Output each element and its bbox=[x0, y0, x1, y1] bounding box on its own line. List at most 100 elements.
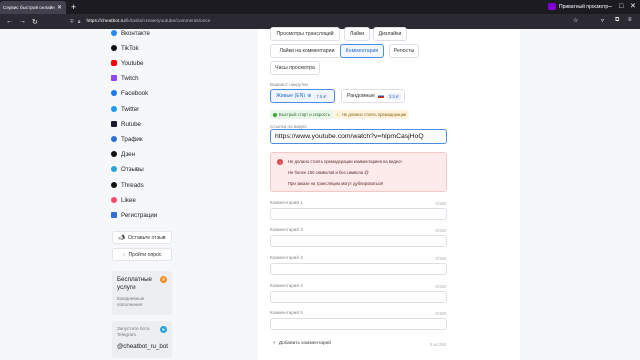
alert-icon: ! bbox=[277, 159, 283, 165]
megaphone-icon: 📣︎ bbox=[118, 234, 126, 241]
comment-5-input[interactable] bbox=[270, 318, 447, 330]
fast-start-badge: Быстрый старт и скорость bbox=[270, 110, 333, 119]
shield-icon[interactable]: ⛨ bbox=[70, 19, 74, 25]
sidebar: Вконтакте TikTok Youtube Twitch Facebook… bbox=[108, 29, 183, 360]
comment-2-counter: 0/150 bbox=[435, 228, 446, 233]
free-services-card[interactable]: Бесплатные услуги Ежедневные пополнения … bbox=[112, 271, 172, 315]
sidebar-item-label: Трафик bbox=[121, 135, 143, 143]
menu-icon[interactable]: ≡ bbox=[628, 17, 632, 23]
browser-tab-bar: Сервис быстрой онлайн-нак ✕ + Приватный … bbox=[0, 0, 640, 14]
add-comment-button[interactable]: + Добавить комментарий bbox=[273, 341, 331, 346]
check-icon bbox=[273, 112, 277, 117]
minimize-button[interactable]: – bbox=[608, 2, 612, 11]
browser-tab[interactable]: Сервис быстрой онлайн-нак ✕ bbox=[0, 1, 66, 14]
close-window-button[interactable]: ✕ bbox=[630, 2, 636, 11]
lock-icon[interactable]: 🔒︎ bbox=[78, 19, 81, 25]
take-survey-label: Пройти опрос bbox=[128, 251, 162, 258]
sidebar-item-label: Вконтакте bbox=[121, 29, 150, 37]
tab-comment-likes[interactable]: Лайки на комментарии bbox=[270, 44, 344, 58]
sidebar-item-likee[interactable]: Likee bbox=[111, 194, 136, 206]
warning-icon: ⚠ bbox=[336, 112, 340, 117]
bookmark-star-icon[interactable]: ☆ bbox=[573, 17, 578, 24]
sidebar-item-twitch[interactable]: Twitch bbox=[111, 72, 139, 84]
variant-random-option[interactable]: Рандомные 3.5 ₽ bbox=[341, 89, 405, 103]
sidebar-item-twitter[interactable]: Twitter bbox=[111, 103, 139, 115]
comment-4-input[interactable] bbox=[270, 291, 447, 303]
likee-icon bbox=[111, 197, 117, 203]
traffic-icon bbox=[111, 136, 117, 142]
back-icon[interactable]: ← bbox=[6, 18, 13, 25]
sidebar-item-label: Дзен bbox=[121, 150, 136, 158]
sidebar-item-label: Twitch bbox=[121, 74, 139, 82]
comment-5-counter: 0/150 bbox=[435, 311, 446, 316]
take-survey-button[interactable]: ◌ Пройти опрос bbox=[112, 248, 172, 261]
dzen-icon bbox=[111, 151, 117, 157]
tab-likes[interactable]: Лайки bbox=[344, 27, 370, 41]
premoderation-label: Не должно стоять премодерации bbox=[341, 112, 407, 117]
maximize-button[interactable]: □ bbox=[619, 2, 623, 11]
comment-count: 5 из 250 bbox=[430, 342, 446, 347]
comment-3-label: Комментарий 3 bbox=[270, 255, 303, 260]
sidebar-item-tiktok[interactable]: TikTok bbox=[111, 42, 139, 54]
sidebar-item-traffic[interactable]: Трафик bbox=[111, 133, 143, 145]
url-text[interactable]: https://cheatbot.ru/lk/tasks/create/yout… bbox=[86, 19, 210, 24]
vk-icon bbox=[111, 30, 117, 36]
tiktok-icon bbox=[111, 45, 117, 51]
comment-5-label: Комментарий 5 bbox=[270, 310, 303, 315]
tab-stream-views[interactable]: Просмотры трансляций bbox=[270, 27, 340, 41]
ruble-icon: ₽ bbox=[160, 276, 167, 283]
pocket-icon[interactable]: ▿ bbox=[601, 17, 604, 24]
comment-2-label: Комментарий 2 bbox=[270, 227, 303, 232]
chat-icon: ◌ bbox=[122, 251, 126, 258]
comment-1-counter: 0/150 bbox=[435, 201, 446, 206]
variant-live-option[interactable]: Живые (EN) ⊕ 7.5 ₽ bbox=[270, 89, 335, 103]
sidebar-item-threads[interactable]: Threads bbox=[111, 179, 144, 191]
registrations-icon bbox=[111, 212, 117, 218]
reviews-icon bbox=[111, 166, 117, 172]
sidebar-item-youtube[interactable]: Youtube bbox=[111, 57, 143, 69]
video-link-input[interactable]: https://www.youtube.com/watch?v=hlpmCasj… bbox=[270, 129, 447, 144]
extensions-icon[interactable]: ⧉ bbox=[615, 17, 619, 24]
sidebar-item-label: Likee bbox=[121, 196, 136, 204]
page: Вконтакте TikTok Youtube Twitch Facebook… bbox=[0, 27, 640, 360]
private-mask-icon bbox=[548, 3, 556, 10]
rutube-icon bbox=[111, 121, 117, 127]
sidebar-item-reviews[interactable]: Отзывы bbox=[111, 163, 144, 175]
comment-1-input[interactable] bbox=[270, 208, 447, 220]
new-tab-button[interactable]: + bbox=[71, 2, 76, 12]
leave-review-button[interactable]: 📣︎ Оставьте отзыв bbox=[112, 231, 172, 244]
sidebar-item-vk[interactable]: Вконтакте bbox=[111, 27, 150, 39]
tab-watch-hours[interactable]: Часы просмотра bbox=[270, 61, 320, 75]
sidebar-item-label: TikTok bbox=[121, 44, 139, 52]
variant-label: Вариант накрутки bbox=[270, 82, 308, 87]
sidebar-item-label: Threads bbox=[121, 181, 144, 189]
alert-line: При заказе на трансляцию могут дублирова… bbox=[288, 181, 384, 186]
comment-3-input[interactable] bbox=[270, 263, 447, 275]
comment-2-input[interactable] bbox=[270, 235, 447, 247]
tab-dislikes[interactable]: Дизлайки bbox=[373, 27, 407, 41]
twitch-icon bbox=[111, 75, 117, 81]
warning-alert: ! Не должно стоять премодерации коммента… bbox=[270, 152, 447, 192]
tab-comments[interactable]: Комментарии bbox=[340, 44, 384, 58]
telegram-bot-card[interactable]: Запустите бота Telegram @cheatbot_ru_bot… bbox=[112, 321, 172, 358]
sidebar-item-registrations[interactable]: Регистрации bbox=[111, 209, 157, 221]
sidebar-item-label: Youtube bbox=[121, 59, 144, 67]
sidebar-item-dzen[interactable]: Дзен bbox=[111, 148, 135, 160]
address-bar[interactable]: ⛨ 🔒︎ https://cheatbot.ru/lk/tasks/create… bbox=[70, 16, 590, 27]
sidebar-item-facebook[interactable]: Facebook bbox=[111, 87, 148, 99]
sidebar-item-rutube[interactable]: Rutube bbox=[111, 118, 141, 130]
close-tab-icon[interactable]: ✕ bbox=[57, 4, 62, 11]
tab-reposts[interactable]: Репосты bbox=[389, 44, 419, 58]
order-form: Просмотры трансляций Лайки Дизлайки Лайк… bbox=[258, 27, 520, 360]
threads-icon bbox=[111, 182, 117, 188]
sidebar-item-label: Регистрации bbox=[121, 211, 158, 219]
comment-3-counter: 0/150 bbox=[435, 256, 446, 261]
reload-icon[interactable]: ↻ bbox=[32, 18, 38, 26]
variant-live-label: Живые (EN) bbox=[276, 93, 306, 99]
telegram-icon: ➤ bbox=[160, 326, 167, 333]
variant-live-price: 7.5 ₽ bbox=[314, 92, 329, 100]
comment-4-label: Комментарий 4 bbox=[270, 283, 303, 288]
private-browsing-indicator: Приватный просмотр bbox=[548, 3, 608, 10]
telegram-bot-handle: @cheatbot_ru_bot bbox=[117, 343, 169, 350]
forward-icon[interactable]: → bbox=[19, 18, 26, 25]
